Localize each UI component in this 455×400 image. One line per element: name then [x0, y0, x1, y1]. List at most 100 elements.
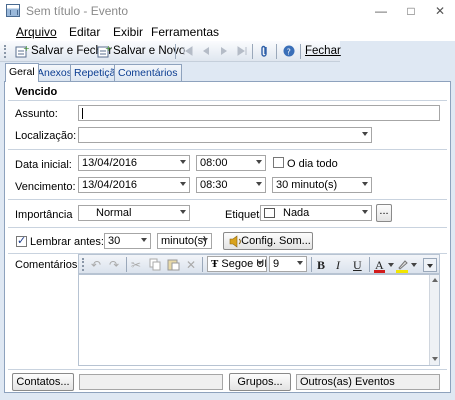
- toolbar: + Salvar e Fechar + Salvar e Novo ? Fech…: [0, 41, 341, 62]
- remind-unit-value: minuto(s): [161, 235, 207, 247]
- subject-label: Assunto:: [15, 108, 58, 120]
- help-icon[interactable]: ?: [282, 44, 296, 58]
- delete-icon[interactable]: ✕: [186, 258, 196, 272]
- font-name-select[interactable]: Ŧ Segoe UI: [207, 256, 267, 272]
- all-day-checkbox[interactable]: [273, 157, 284, 168]
- contacts-field: [79, 374, 223, 390]
- window-title: Sem título - Evento: [26, 4, 129, 18]
- toolbar-separator: [175, 44, 176, 59]
- due-date-picker[interactable]: 13/04/2016: [78, 177, 190, 193]
- bold-button[interactable]: B: [317, 258, 325, 273]
- toolbar-grip: [82, 258, 84, 271]
- font-size-value: 9: [273, 258, 280, 270]
- dropdown-arrow-icon: [362, 182, 368, 186]
- highlight-icon[interactable]: [397, 258, 409, 270]
- speaker-icon: [229, 235, 241, 248]
- toolbar-separator: [252, 44, 253, 59]
- underline-button[interactable]: U: [353, 258, 362, 273]
- vertical-scrollbar[interactable]: [429, 275, 439, 365]
- start-time-select[interactable]: 08:00: [196, 155, 266, 171]
- highlight-color-swatch: [396, 270, 408, 273]
- label-color-swatch: [264, 208, 275, 218]
- close-form-button[interactable]: Fechar: [305, 45, 341, 57]
- comments-toolbar: ↶ ↷ ✂ ✕ Ŧ Segoe UI 9 B I U A: [78, 254, 440, 274]
- copy-icon[interactable]: [149, 258, 162, 271]
- font-type-icon: Ŧ: [211, 258, 219, 270]
- location-label: Localização:: [15, 130, 77, 142]
- menu-ferramentas[interactable]: Ferramentas: [151, 25, 219, 39]
- calendar-icon: [6, 4, 20, 17]
- tab-geral[interactable]: Geral: [5, 63, 39, 82]
- chevron-down-icon: [427, 264, 433, 268]
- toolbar-options-button[interactable]: [423, 258, 437, 272]
- label-select[interactable]: Nada: [260, 205, 372, 221]
- label-value: Nada: [283, 207, 310, 219]
- svg-text:+: +: [105, 44, 111, 53]
- toolbar-separator: [276, 44, 277, 59]
- last-record-icon[interactable]: [235, 44, 249, 58]
- attachment-icon[interactable]: [258, 44, 272, 58]
- comments-editor[interactable]: [78, 274, 440, 366]
- remind-label: Lembrar antes:: [30, 236, 104, 248]
- dropdown-arrow-icon: [362, 210, 368, 214]
- dropdown-arrow-icon: [202, 238, 208, 242]
- italic-button[interactable]: I: [336, 258, 340, 273]
- undo-icon[interactable]: ↶: [91, 258, 101, 272]
- close-button[interactable]: ✕: [425, 0, 455, 22]
- duration-value: 30 minuto(s): [276, 179, 338, 191]
- font-size-select[interactable]: 9: [269, 256, 307, 272]
- remind-unit-select[interactable]: minuto(s): [157, 233, 212, 249]
- cut-icon[interactable]: ✂: [131, 258, 141, 272]
- due-date-label: Vencimento:: [15, 181, 76, 193]
- save-close-icon: +: [15, 44, 29, 58]
- duration-select[interactable]: 30 minuto(s): [272, 177, 372, 193]
- start-date-value: 13/04/2016: [82, 157, 138, 169]
- due-date-value: 13/04/2016: [82, 179, 138, 191]
- remind-checkbox[interactable]: [16, 234, 27, 247]
- previous-record-icon[interactable]: [199, 44, 213, 58]
- scroll-down-icon[interactable]: [432, 357, 438, 361]
- save-new-icon: +: [97, 44, 111, 58]
- next-record-icon[interactable]: [217, 44, 231, 58]
- menu-editar[interactable]: Editar: [69, 25, 100, 39]
- status-header: Vencido: [15, 86, 58, 98]
- toolbar-grip: [4, 45, 6, 58]
- dropdown-arrow-icon: [180, 182, 186, 186]
- importance-select[interactable]: Normal: [78, 205, 190, 221]
- dropdown-arrow-icon: [256, 182, 262, 186]
- start-date-picker[interactable]: 13/04/2016: [78, 155, 190, 171]
- groups-field: Outros(as) Eventos: [296, 374, 440, 390]
- subject-input[interactable]: [78, 105, 440, 121]
- maximize-button[interactable]: □: [396, 0, 426, 22]
- sound-config-button[interactable]: Config. Som...: [223, 232, 313, 250]
- first-record-icon[interactable]: [181, 44, 195, 58]
- remind-value-select[interactable]: 30: [104, 233, 151, 249]
- due-time-select[interactable]: 08:30: [196, 177, 266, 193]
- scroll-up-icon[interactable]: [432, 278, 438, 282]
- remind-value: 30: [108, 235, 121, 247]
- menu-bar: Arquivo Editar Exibir Ferramentas: [0, 22, 455, 41]
- minimize-button[interactable]: —: [366, 0, 396, 22]
- divider: [8, 100, 447, 101]
- sound-config-label: Config. Som...: [241, 235, 311, 247]
- all-day-label: O dia todo: [287, 158, 338, 170]
- importance-value: Normal: [96, 207, 132, 219]
- comments-label: Comentários:: [15, 259, 81, 271]
- dropdown-arrow-icon[interactable]: [411, 263, 417, 267]
- tab-comentarios[interactable]: Comentários: [114, 64, 182, 81]
- due-time-value: 08:30: [200, 179, 228, 191]
- menu-exibir[interactable]: Exibir: [113, 25, 143, 39]
- dropdown-arrow-icon[interactable]: [388, 263, 394, 267]
- label-more-button[interactable]: ...: [376, 204, 392, 222]
- paste-icon[interactable]: [167, 258, 180, 271]
- menu-arquivo[interactable]: Arquivo: [16, 25, 57, 39]
- location-select[interactable]: [78, 127, 372, 143]
- contacts-button[interactable]: Contatos...: [12, 373, 74, 391]
- svg-text:?: ?: [287, 48, 291, 57]
- start-date-label: Data inicial:: [15, 159, 72, 171]
- redo-icon[interactable]: ↷: [109, 258, 119, 272]
- groups-button[interactable]: Grupos...: [229, 373, 291, 391]
- divider: [8, 149, 447, 150]
- toolbar-separator: [126, 257, 127, 272]
- font-color-swatch: [374, 270, 385, 273]
